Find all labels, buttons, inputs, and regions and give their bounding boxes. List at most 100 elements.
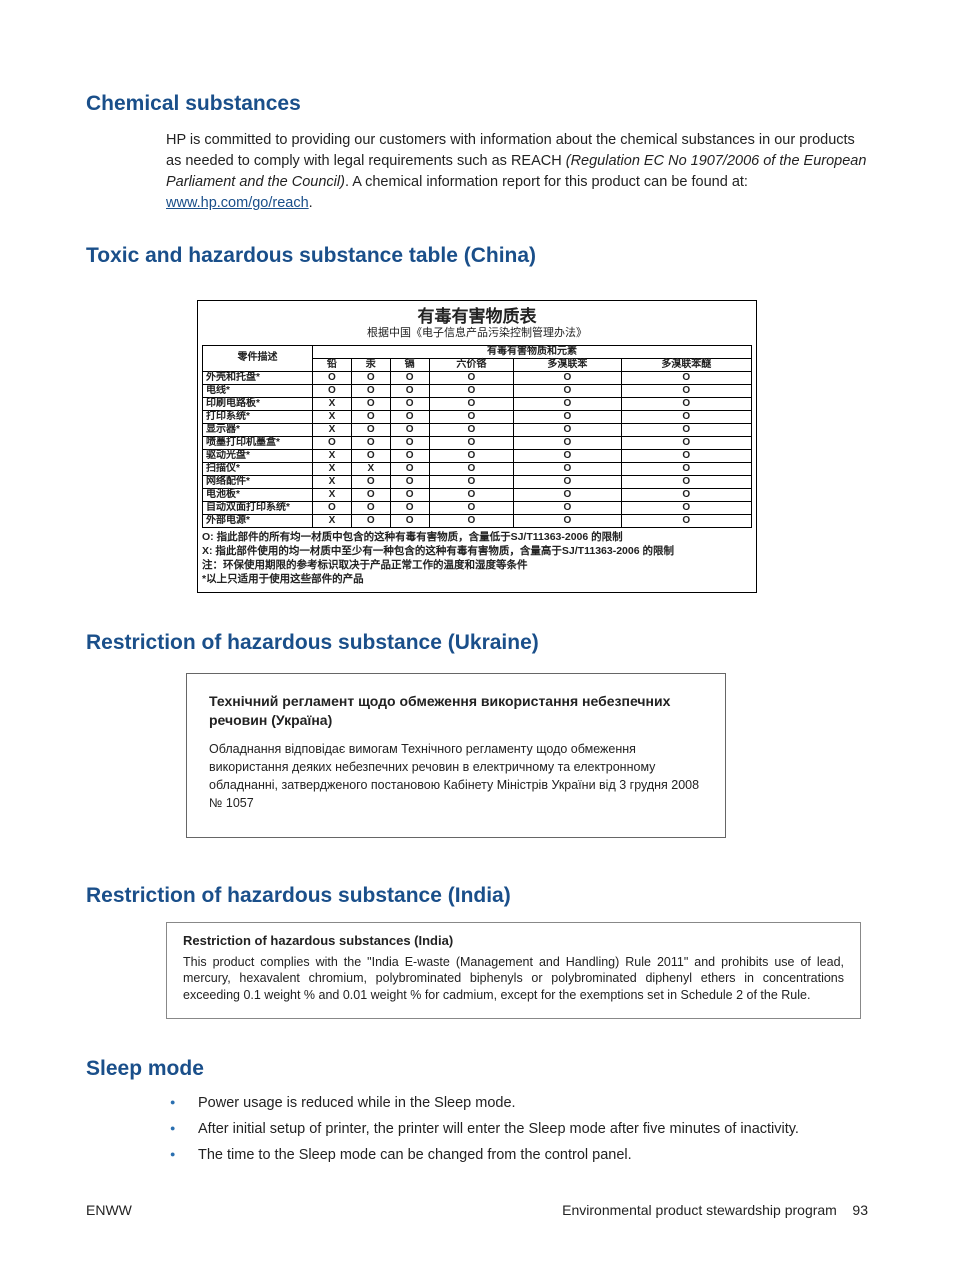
cell-value: O (429, 423, 514, 436)
part-name: 驱动光盘* (203, 449, 313, 462)
col-substance: 多溴联苯醚 (621, 358, 751, 371)
page-footer: ENWW Environmental product stewardship p… (86, 1202, 868, 1218)
sleep-mode-list: Power usage is reduced while in the Slee… (166, 1095, 868, 1163)
cell-value: O (429, 384, 514, 397)
col-group: 有毒有害物质和元素 (313, 345, 752, 358)
cell-value: O (514, 462, 621, 475)
list-item: The time to the Sleep mode can be change… (166, 1147, 868, 1163)
col-substance: 铅 (313, 358, 352, 371)
cell-value: O (429, 462, 514, 475)
cell-value: O (390, 462, 429, 475)
col-substance: 多溴联苯 (514, 358, 621, 371)
part-name: 喷墨打印机墨盒* (203, 436, 313, 449)
cell-value: O (429, 410, 514, 423)
india-box-body: This product complies with the "India E-… (183, 954, 844, 1005)
col-substance: 汞 (351, 358, 390, 371)
reach-link[interactable]: www.hp.com/go/reach (166, 195, 309, 211)
china-note-line: X: 指此部件使用的均一材质中至少有一种包含的这种有毒有害物质，含量高于SJ/T… (202, 544, 752, 558)
table-row: 显示器*XOOOOO (203, 423, 752, 436)
cell-value: O (313, 371, 352, 384)
cell-value: X (313, 423, 352, 436)
cell-value: O (351, 384, 390, 397)
cell-value: O (621, 397, 751, 410)
cell-value: O (313, 501, 352, 514)
cell-value: O (390, 475, 429, 488)
table-row: 喷墨打印机墨盒*OOOOOO (203, 436, 752, 449)
part-name: 电池板* (203, 488, 313, 501)
part-name: 外壳和托盘* (203, 371, 313, 384)
table-row: 自动双面打印系统*OOOOOO (203, 501, 752, 514)
part-name: 自动双面打印系统* (203, 501, 313, 514)
cell-value: O (621, 475, 751, 488)
cell-value: X (313, 475, 352, 488)
cell-value: O (514, 501, 621, 514)
part-name: 外部电源* (203, 514, 313, 527)
cell-value: O (514, 436, 621, 449)
table-row: 外壳和托盘*OOOOOO (203, 371, 752, 384)
cell-value: O (351, 449, 390, 462)
cell-value: X (351, 462, 390, 475)
cell-value: O (621, 449, 751, 462)
page-number: 93 (852, 1202, 868, 1218)
ukraine-box: Технічний регламент щодо обмеження викор… (186, 673, 726, 837)
china-substance-table: 零件描述 有毒有害物质和元素 铅汞镉六价铬多溴联苯多溴联苯醚 外壳和托盘*OOO… (202, 345, 752, 528)
cell-value: O (621, 462, 751, 475)
paragraph-chemical: HP is committed to providing our custome… (166, 130, 868, 214)
china-table-box: 有毒有害物质表 根据中国《电子信息产品污染控制管理办法》 零件描述 有毒有害物质… (197, 300, 757, 593)
cell-value: X (313, 449, 352, 462)
footer-right: Environmental product stewardship progra… (562, 1202, 868, 1218)
part-name: 印刷电路板* (203, 397, 313, 410)
china-note-line: *以上只适用于使用这些部件的产品 (202, 572, 752, 586)
table-row: 外部电源*XOOOOO (203, 514, 752, 527)
cell-value: X (313, 397, 352, 410)
cell-value: X (313, 514, 352, 527)
part-name: 打印系统* (203, 410, 313, 423)
cell-value: O (351, 371, 390, 384)
cell-value: O (351, 475, 390, 488)
cell-value: O (621, 488, 751, 501)
cell-value: O (429, 371, 514, 384)
cell-value: O (313, 384, 352, 397)
cell-value: O (390, 371, 429, 384)
cell-value: O (514, 397, 621, 410)
footer-left: ENWW (86, 1202, 132, 1218)
cell-value: O (621, 371, 751, 384)
cell-value: O (351, 397, 390, 410)
cell-value: O (429, 449, 514, 462)
cell-value: O (429, 514, 514, 527)
cell-value: O (390, 384, 429, 397)
table-row: 电线*OOOOOO (203, 384, 752, 397)
cell-value: O (390, 514, 429, 527)
part-name: 扫描仪* (203, 462, 313, 475)
ukraine-box-title: Технічний регламент щодо обмеження викор… (209, 692, 703, 730)
cell-value: O (351, 501, 390, 514)
china-table-subtitle: 根据中国《电子信息产品污染控制管理办法》 (202, 327, 752, 340)
footer-section-label: Environmental product stewardship progra… (562, 1202, 837, 1218)
china-notes: O: 指此部件的所有均一材质中包含的这种有毒有害物质，含量低于SJ/T11363… (202, 530, 752, 587)
table-row: 印刷电路板*XOOOOO (203, 397, 752, 410)
cell-value: O (514, 514, 621, 527)
table-row: 驱动光盘*XOOOOO (203, 449, 752, 462)
cell-value: O (621, 436, 751, 449)
cell-value: O (351, 410, 390, 423)
cell-value: X (313, 462, 352, 475)
text: . (309, 195, 313, 211)
heading-china-table: Toxic and hazardous substance table (Chi… (86, 244, 868, 268)
cell-value: X (313, 488, 352, 501)
ukraine-box-body: Обладнання відповідає вимогам Технічного… (209, 740, 703, 813)
cell-value: O (514, 384, 621, 397)
cell-value: O (351, 488, 390, 501)
heading-ukraine: Restriction of hazardous substance (Ukra… (86, 631, 868, 655)
col-substance: 镉 (390, 358, 429, 371)
list-item: After initial setup of printer, the prin… (166, 1121, 868, 1137)
cell-value: O (429, 397, 514, 410)
cell-value: O (390, 410, 429, 423)
cell-value: O (621, 384, 751, 397)
cell-value: O (514, 371, 621, 384)
cell-value: O (621, 423, 751, 436)
heading-sleep-mode: Sleep mode (86, 1057, 868, 1081)
india-box-title: Restriction of hazardous substances (Ind… (183, 933, 844, 948)
cell-value: O (390, 501, 429, 514)
text: . A chemical information report for this… (345, 174, 748, 190)
cell-value: O (429, 488, 514, 501)
